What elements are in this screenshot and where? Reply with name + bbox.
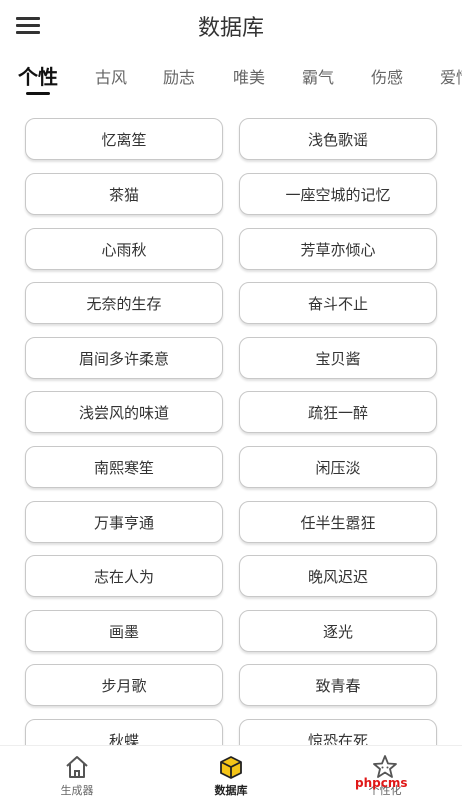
name-item[interactable]: 志在人为 <box>25 555 223 597</box>
category-tabs: 个性 古风 励志 唯美 霸气 伤感 爱情 <box>0 56 462 100</box>
name-item[interactable]: 万事亨通 <box>25 501 223 543</box>
watermark: phpcms <box>355 776 408 790</box>
name-item[interactable]: 步月歌 <box>25 664 223 706</box>
name-item[interactable]: 闲压淡 <box>239 446 437 488</box>
name-item[interactable]: 忆离笙 <box>25 118 223 160</box>
name-item[interactable]: 惊恐在死 <box>239 719 437 745</box>
nav-generator[interactable]: 生成器 <box>0 746 154 800</box>
page-title: 数据库 <box>197 16 264 41</box>
nav-database-label: 数据库 <box>214 784 248 797</box>
name-item[interactable]: 心雨秋 <box>25 228 223 270</box>
name-grid: 忆离笙 浅色歌谣 茶猫 一座空城的记忆 心雨秋 芳草亦倾心 无奈的生存 奋斗不止… <box>0 110 462 745</box>
name-item[interactable]: 茶猫 <box>25 173 223 215</box>
name-item[interactable]: 秋蝶 <box>25 719 223 745</box>
name-item[interactable]: 致青春 <box>239 664 437 706</box>
nav-generator-label: 生成器 <box>60 784 94 797</box>
name-item[interactable]: 南熙寒笙 <box>25 446 223 488</box>
nav-database[interactable]: 数据库 <box>154 746 308 800</box>
name-item[interactable]: 逐光 <box>239 610 437 652</box>
tab-lizhi[interactable]: 励志 <box>163 64 195 88</box>
name-item[interactable]: 浅色歌谣 <box>239 118 437 160</box>
name-item[interactable]: 浅尝风的味道 <box>25 391 223 433</box>
active-tab-indicator <box>26 92 50 95</box>
name-item[interactable]: 眉间多许柔意 <box>25 337 223 379</box>
tab-baqi[interactable]: 霸气 <box>302 64 334 88</box>
name-item[interactable]: 无奈的生存 <box>25 282 223 324</box>
database-icon <box>220 756 242 779</box>
app-header: 数据库 <box>0 0 462 52</box>
name-item[interactable]: 芳草亦倾心 <box>239 228 437 270</box>
name-item[interactable]: 任半生嚣狂 <box>239 501 437 543</box>
tab-shanggan[interactable]: 伤感 <box>371 64 403 88</box>
name-item[interactable]: 宝贝酱 <box>239 337 437 379</box>
tab-gufeng[interactable]: 古风 <box>95 64 127 88</box>
home-icon <box>66 756 88 778</box>
name-item[interactable]: 奋斗不止 <box>239 282 437 324</box>
bottom-nav: 生成器 数据库 个性化 <box>0 745 462 800</box>
name-item[interactable]: 疏狂一醉 <box>239 391 437 433</box>
name-item[interactable]: 一座空城的记忆 <box>239 173 437 215</box>
tab-aiqing[interactable]: 爱情 <box>440 64 462 88</box>
tab-weimei[interactable]: 唯美 <box>233 64 265 88</box>
tab-gexing[interactable]: 个性 <box>18 61 58 90</box>
name-item[interactable]: 晚风迟迟 <box>239 555 437 597</box>
nav-personalize[interactable]: 个性化 <box>308 746 462 800</box>
name-item[interactable]: 画墨 <box>25 610 223 652</box>
